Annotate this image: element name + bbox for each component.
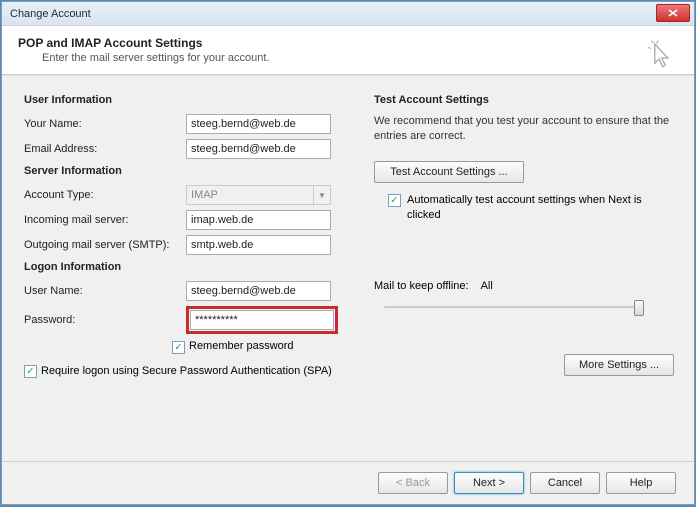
remember-password-label: Remember password [189, 340, 294, 352]
mail-keep-slider[interactable] [384, 298, 644, 316]
spa-checkbox[interactable]: ✓ [24, 365, 37, 378]
help-button[interactable]: Help [606, 472, 676, 494]
username-input[interactable] [186, 281, 331, 301]
remember-password-checkbox[interactable]: ✓ [172, 341, 185, 354]
user-info-title: User Information [24, 94, 354, 106]
close-button[interactable] [656, 4, 690, 22]
email-input[interactable] [186, 139, 331, 159]
next-button[interactable]: Next > [454, 472, 524, 494]
cancel-button[interactable]: Cancel [530, 472, 600, 494]
your-name-input[interactable] [186, 114, 331, 134]
test-account-button[interactable]: Test Account Settings ... [374, 161, 524, 183]
password-label: Password: [24, 314, 186, 326]
header-subtitle: Enter the mail server settings for your … [18, 52, 678, 64]
auto-test-checkbox[interactable]: ✓ [388, 194, 401, 207]
dialog-header: POP and IMAP Account Settings Enter the … [2, 26, 694, 75]
left-column: User Information Your Name: Email Addres… [24, 94, 354, 451]
mail-keep-label: Mail to keep offline: [374, 280, 469, 292]
outgoing-label: Outgoing mail server (SMTP): [24, 239, 186, 251]
username-label: User Name: [24, 285, 186, 297]
incoming-label: Incoming mail server: [24, 214, 186, 226]
mail-keep-value: All [481, 280, 493, 292]
dialog-footer: < Back Next > Cancel Help [2, 461, 694, 504]
email-label: Email Address: [24, 143, 186, 155]
slider-thumb[interactable] [634, 300, 644, 316]
test-settings-title: Test Account Settings [374, 94, 674, 106]
password-input[interactable] [190, 310, 334, 330]
content-area: User Information Your Name: Email Addres… [2, 75, 694, 461]
chevron-down-icon: ▼ [313, 186, 330, 204]
more-settings-button[interactable]: More Settings ... [564, 354, 674, 376]
cursor-icon [646, 40, 674, 76]
titlebar: Change Account [2, 2, 694, 26]
account-type-label: Account Type: [24, 189, 186, 201]
window-title: Change Account [6, 8, 91, 20]
your-name-label: Your Name: [24, 118, 186, 130]
spa-label: Require logon using Secure Password Auth… [41, 364, 332, 379]
account-type-dropdown: IMAP ▼ [186, 185, 331, 205]
password-highlight [186, 306, 338, 334]
outgoing-server-input[interactable] [186, 235, 331, 255]
test-settings-desc: We recommend that you test your account … [374, 114, 674, 145]
auto-test-label: Automatically test account settings when… [407, 193, 674, 223]
right-column: Test Account Settings We recommend that … [374, 94, 674, 451]
server-info-title: Server Information [24, 165, 354, 177]
logon-info-title: Logon Information [24, 261, 354, 273]
header-title: POP and IMAP Account Settings [18, 36, 678, 50]
account-type-value: IMAP [187, 189, 313, 201]
change-account-window: Change Account POP and IMAP Account Sett… [1, 1, 695, 505]
back-button[interactable]: < Back [378, 472, 448, 494]
incoming-server-input[interactable] [186, 210, 331, 230]
